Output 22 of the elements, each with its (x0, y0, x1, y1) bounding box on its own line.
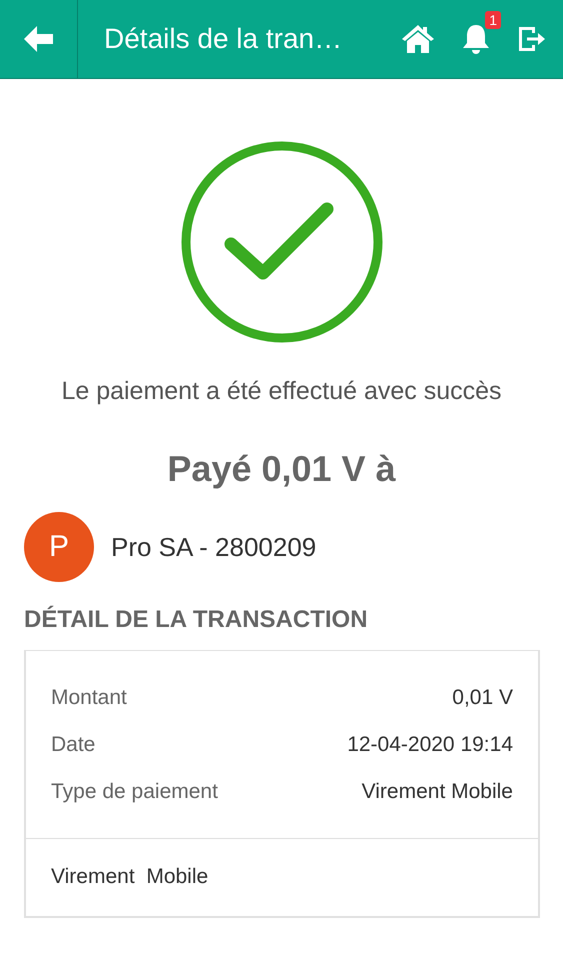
notification-badge: 1 (485, 11, 501, 29)
notifications-button[interactable]: 1 (461, 11, 501, 55)
detail-label: Montant (51, 685, 127, 710)
back-arrow-icon (24, 26, 54, 52)
screen-title: Détails de la tran… (103, 23, 344, 55)
bell-icon (461, 23, 491, 55)
amount-heading: Payé 0,01 V à (167, 448, 396, 490)
section-title: DÉTAIL DE LA TRANSACTION (23, 604, 369, 634)
logout-button[interactable] (517, 25, 547, 53)
recipient-avatar: P (24, 512, 94, 582)
detail-label: Date (51, 732, 96, 757)
recipient-name: Pro SA - 2800209 (111, 532, 316, 562)
detail-value: Virement Mobile (362, 779, 513, 804)
payment-note: Virement Mobile (50, 864, 210, 890)
home-button[interactable] (401, 24, 435, 54)
detail-value: 12-04-2020 19:14 (347, 732, 513, 757)
detail-value: 0,01 V (452, 685, 513, 710)
home-icon (401, 24, 435, 54)
success-message: Le paiement a été effectué avec succès (61, 377, 502, 406)
detail-label: Type de paiement (51, 779, 218, 804)
success-check-icon (180, 141, 382, 343)
exit-icon (517, 25, 547, 53)
